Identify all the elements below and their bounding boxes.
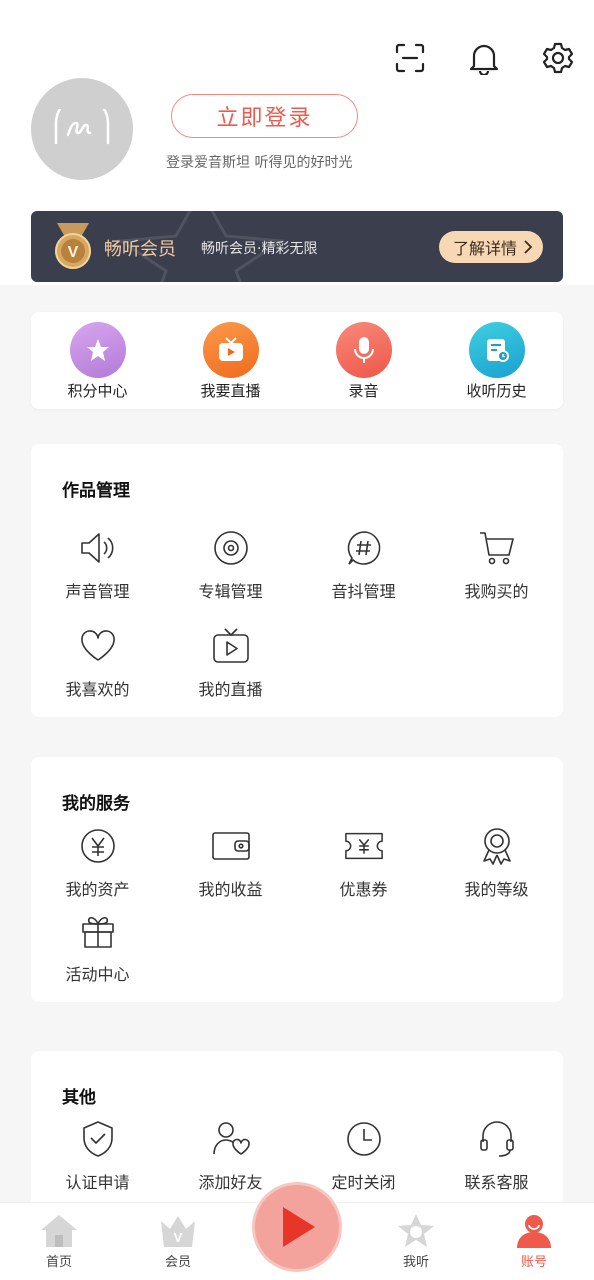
section-title: 作品管理: [62, 481, 130, 501]
grid-item-timer[interactable]: 定时关闭: [297, 1119, 430, 1193]
speaker-icon: [78, 528, 118, 568]
crown-icon: V: [161, 1216, 195, 1247]
quick-item-history[interactable]: 收听历史: [430, 312, 563, 409]
grid-label: 我喜欢的: [65, 680, 130, 699]
bell-icon[interactable]: [466, 40, 502, 76]
tab-label: 会员: [164, 1255, 191, 1270]
tab-listen[interactable]: 我听: [376, 1213, 456, 1270]
vip-details-label: 了解详情: [452, 239, 517, 258]
grid-label: 联系客服: [464, 1173, 529, 1192]
coupon-icon: [344, 826, 384, 866]
avatar[interactable]: [31, 78, 133, 180]
grid-label: 专辑管理: [198, 582, 263, 601]
tab-label: 账号: [520, 1255, 547, 1270]
grid-item-activity[interactable]: 活动中心: [31, 911, 164, 985]
tv-play-icon: [211, 626, 251, 666]
cart-icon: [477, 528, 517, 568]
history-icon: [468, 322, 525, 378]
medal-icon: [477, 826, 517, 866]
star-tab-icon: [398, 1214, 434, 1247]
chevron-right-icon: [524, 240, 533, 254]
yuan-coin-icon: [78, 826, 118, 866]
grid-item-assets[interactable]: 我的资产: [31, 826, 164, 900]
grid-label: 我购买的: [464, 582, 529, 601]
grid-label: 定时关闭: [331, 1173, 396, 1192]
grid-item-coupons[interactable]: 优惠券: [297, 826, 430, 900]
grid-label: 我的等级: [464, 880, 529, 899]
tab-account[interactable]: 账号: [494, 1213, 574, 1270]
quick-label: 积分中心: [67, 382, 128, 400]
grid-label: 我的收益: [198, 880, 263, 899]
grid-item-earnings[interactable]: 我的收益: [164, 826, 297, 900]
svg-text:V: V: [174, 1230, 183, 1245]
quick-label: 收听历史: [466, 382, 527, 400]
grid-label: 认证申请: [65, 1173, 130, 1192]
heart-icon: [78, 626, 118, 666]
svg-text:V: V: [68, 244, 79, 261]
top-toolbar: [392, 40, 576, 76]
account-icon: [517, 1215, 551, 1248]
profile-header: 立即登录 登录爱音斯坦 听得见的好时光 V 畅听会员 畅听会员·精彩无限 了解详…: [0, 0, 594, 285]
quick-label: 我要直播: [200, 382, 261, 400]
tab-vip[interactable]: V 会员: [138, 1213, 218, 1270]
quick-label: 录音: [348, 382, 379, 400]
quick-item-record[interactable]: 录音: [297, 312, 430, 409]
grid-label: 声音管理: [65, 582, 130, 601]
grid-item-my-live[interactable]: 我的直播: [164, 626, 297, 700]
wallet-icon: [211, 826, 251, 866]
grid-label: 优惠券: [339, 880, 388, 899]
works-section: 作品管理 声音管理 专辑管理 音抖管理 我购买的 我喜欢的 我的直播: [31, 444, 563, 717]
quick-actions: 积分中心 我要直播 录音 收听历史: [31, 312, 563, 409]
grid-item-liked[interactable]: 我喜欢的: [31, 626, 164, 700]
play-button[interactable]: [255, 1185, 339, 1269]
vip-banner[interactable]: V 畅听会员 畅听会员·精彩无限 了解详情: [31, 211, 563, 282]
album-disc-icon: [211, 528, 251, 568]
quick-item-points[interactable]: 积分中心: [31, 312, 164, 409]
shield-check-icon: [78, 1119, 118, 1159]
play-icon: [283, 1207, 315, 1247]
grid-item-add-friend[interactable]: 添加好友: [164, 1119, 297, 1193]
grid-label: 音抖管理: [331, 582, 396, 601]
tab-home[interactable]: 首页: [19, 1213, 99, 1270]
star-icon: [69, 322, 126, 378]
headset-icon: [477, 1119, 517, 1159]
grid-item-verify[interactable]: 认证申请: [31, 1119, 164, 1193]
add-friend-icon: [211, 1119, 251, 1159]
vip-title: 畅听会员: [104, 239, 176, 260]
login-subtitle: 登录爱音斯坦 听得见的好时光: [166, 155, 353, 171]
grid-item-support[interactable]: 联系客服: [430, 1119, 563, 1193]
scan-icon[interactable]: [392, 40, 428, 76]
live-tv-icon: [202, 322, 259, 378]
gear-icon[interactable]: [540, 40, 576, 76]
mic-icon: [335, 322, 392, 378]
vip-description: 畅听会员·精彩无限: [201, 241, 318, 257]
services-section: 我的服务 我的资产 我的收益 优惠券 我的等级 活动中心: [31, 757, 563, 1002]
quick-item-live[interactable]: 我要直播: [164, 312, 297, 409]
section-title: 其他: [62, 1088, 96, 1108]
home-icon: [41, 1215, 77, 1247]
gift-icon: [78, 911, 118, 951]
grid-label: 活动中心: [65, 965, 130, 984]
grid-item-purchased[interactable]: 我购买的: [430, 528, 563, 602]
section-title: 我的服务: [62, 794, 130, 814]
tab-label: 首页: [45, 1255, 72, 1270]
hashtag-icon: [344, 528, 384, 568]
login-button[interactable]: 立即登录: [171, 94, 358, 138]
grid-item-album[interactable]: 专辑管理: [164, 528, 297, 602]
vip-details-button[interactable]: 了解详情: [438, 231, 543, 263]
grid-label: 添加好友: [198, 1173, 263, 1192]
grid-item-sound[interactable]: 声音管理: [31, 528, 164, 602]
grid-label: 我的直播: [198, 680, 263, 699]
vip-medal-icon: V: [51, 221, 95, 275]
tab-label: 我听: [402, 1255, 429, 1270]
grid-item-hashtag[interactable]: 音抖管理: [297, 528, 430, 602]
grid-label: 我的资产: [65, 880, 130, 899]
clock-icon: [344, 1119, 384, 1159]
grid-item-level[interactable]: 我的等级: [430, 826, 563, 900]
player-button-wrap: [250, 1180, 344, 1274]
